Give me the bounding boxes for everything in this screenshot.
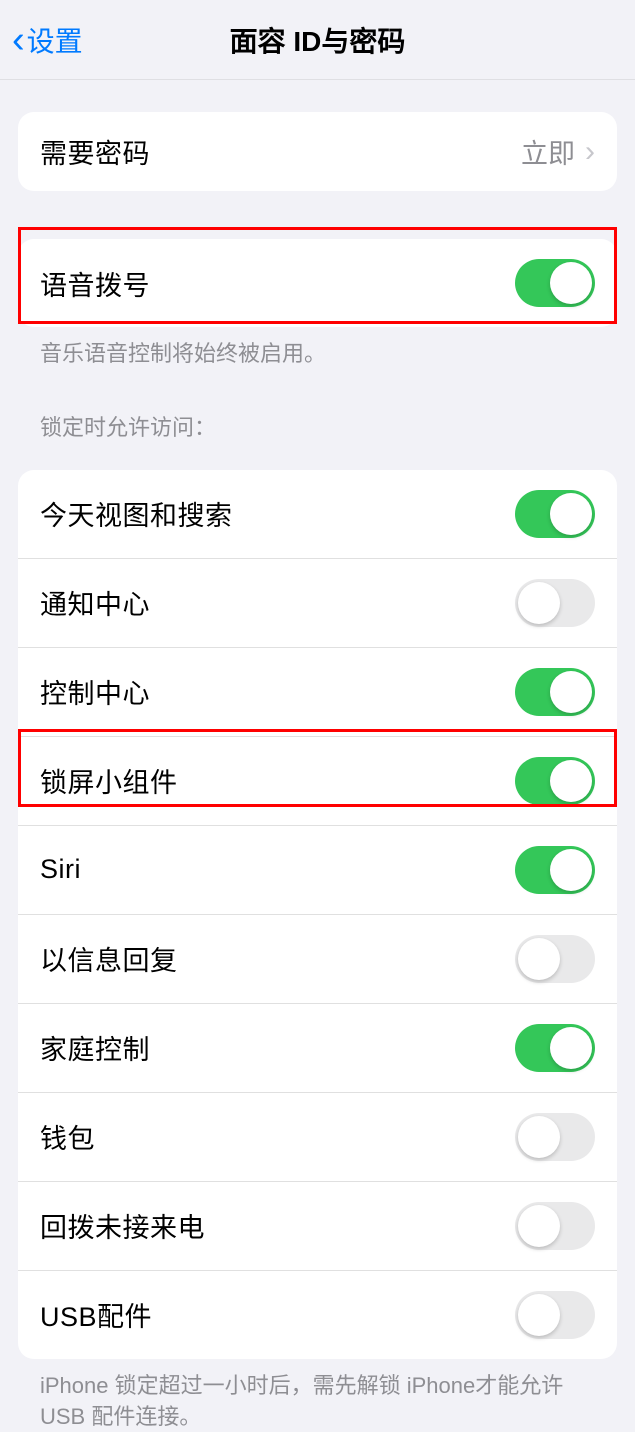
- today-view-toggle[interactable]: [515, 490, 595, 538]
- usb-footer: iPhone 锁定超过一小时后，需先解锁 iPhone才能允许USB 配件连接。: [18, 1359, 617, 1432]
- chevron-right-icon: ›: [585, 135, 595, 169]
- return-missed-calls-row: 回拨未接来电: [18, 1181, 617, 1270]
- chevron-left-icon: ‹: [12, 21, 25, 59]
- today-view-row: 今天视图和搜索: [18, 470, 617, 558]
- lock-screen-widgets-toggle[interactable]: [515, 757, 595, 805]
- back-label: 设置: [27, 20, 83, 60]
- return-missed-calls-label: 回拨未接来电: [40, 1206, 205, 1245]
- control-center-row: 控制中心: [18, 647, 617, 736]
- reply-with-message-toggle[interactable]: [515, 935, 595, 983]
- lock-screen-section-header: 锁定时允许访问：: [18, 370, 617, 454]
- home-control-row: 家庭控制: [18, 1003, 617, 1092]
- toggle-knob: [550, 849, 592, 891]
- header-bar: ‹ 设置 面容 ID与密码: [0, 0, 635, 80]
- require-passcode-value: 立即: [521, 132, 575, 171]
- reply-with-message-label: 以信息回复: [40, 939, 178, 978]
- toggle-knob: [518, 582, 560, 624]
- home-control-label: 家庭控制: [40, 1028, 150, 1067]
- voice-dial-footer: 音乐语音控制将始终被启用。: [18, 327, 617, 370]
- siri-toggle[interactable]: [515, 846, 595, 894]
- voice-dial-row: 语音拨号: [18, 239, 617, 327]
- return-missed-calls-toggle[interactable]: [515, 1202, 595, 1250]
- toggle-knob: [550, 493, 592, 535]
- siri-label: Siri: [40, 854, 81, 885]
- control-center-toggle[interactable]: [515, 668, 595, 716]
- toggle-knob: [550, 262, 592, 304]
- home-control-toggle[interactable]: [515, 1024, 595, 1072]
- usb-accessories-row: USB配件: [18, 1270, 617, 1359]
- voice-dial-label: 语音拨号: [40, 264, 150, 303]
- notification-center-row: 通知中心: [18, 558, 617, 647]
- siri-row: Siri: [18, 825, 617, 914]
- page-title: 面容 ID与密码: [230, 20, 406, 60]
- wallet-row: 钱包: [18, 1092, 617, 1181]
- toggle-knob: [518, 1116, 560, 1158]
- toggle-knob: [550, 1027, 592, 1069]
- require-passcode-label: 需要密码: [40, 132, 150, 171]
- toggle-knob: [550, 671, 592, 713]
- lock-screen-widgets-row: 锁屏小组件: [18, 736, 617, 825]
- today-view-label: 今天视图和搜索: [40, 494, 233, 533]
- toggle-knob: [518, 938, 560, 980]
- require-passcode-group: 需要密码 立即 ›: [18, 112, 617, 191]
- wallet-label: 钱包: [40, 1117, 95, 1156]
- usb-accessories-toggle[interactable]: [515, 1291, 595, 1339]
- toggle-knob: [518, 1294, 560, 1336]
- lock-screen-group: 今天视图和搜索 通知中心 控制中心 锁屏小组件: [18, 470, 617, 1359]
- back-button[interactable]: ‹ 设置: [12, 20, 83, 60]
- voice-dial-toggle[interactable]: [515, 259, 595, 307]
- reply-with-message-row: 以信息回复: [18, 914, 617, 1003]
- lock-screen-widgets-label: 锁屏小组件: [40, 761, 178, 800]
- voice-dial-group: 语音拨号: [18, 239, 617, 327]
- notification-center-toggle[interactable]: [515, 579, 595, 627]
- require-passcode-row[interactable]: 需要密码 立即 ›: [18, 112, 617, 191]
- row-right: 立即 ›: [521, 132, 595, 171]
- wallet-toggle[interactable]: [515, 1113, 595, 1161]
- usb-accessories-label: USB配件: [40, 1295, 152, 1334]
- toggle-knob: [518, 1205, 560, 1247]
- control-center-label: 控制中心: [40, 672, 150, 711]
- notification-center-label: 通知中心: [40, 583, 150, 622]
- toggle-knob: [550, 760, 592, 802]
